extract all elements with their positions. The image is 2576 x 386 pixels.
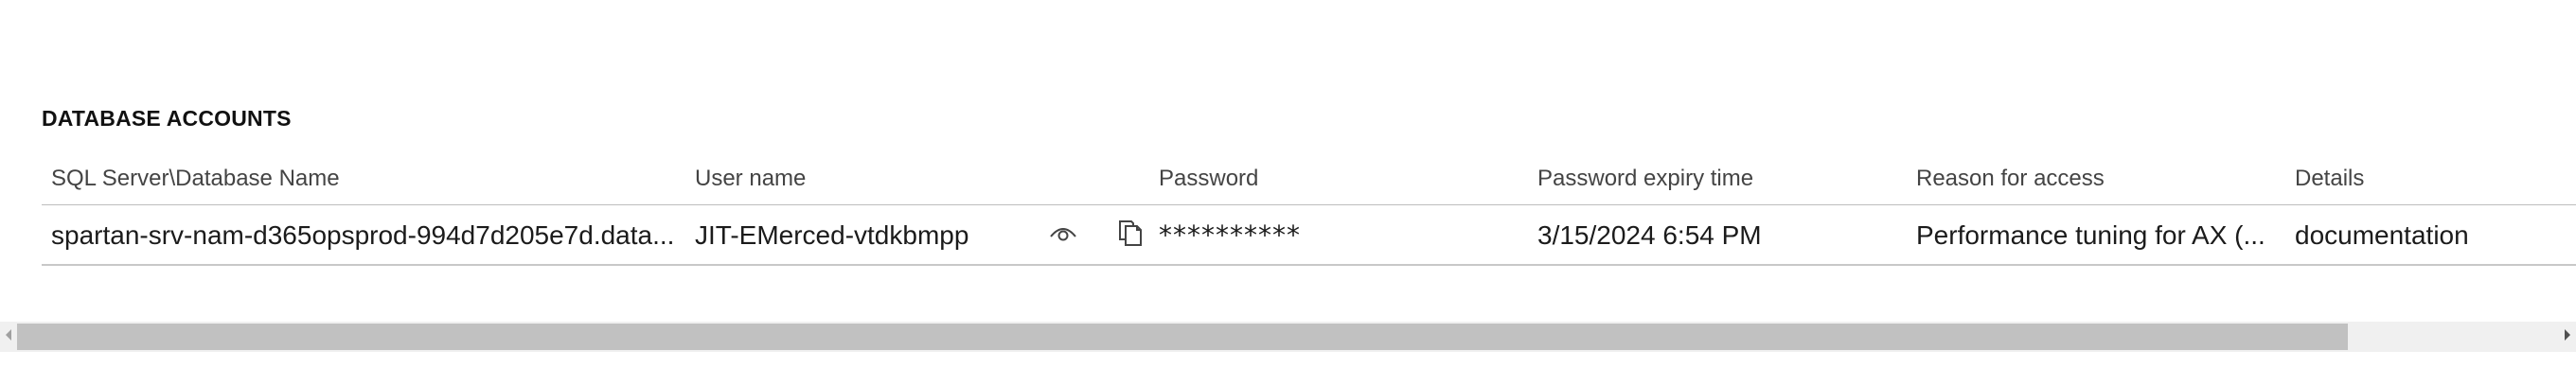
- reason-text: Performance tuning for AX (...: [1916, 220, 2265, 250]
- cell-server-database: spartan-srv-nam-d365opsprod-994d7d205e7d…: [51, 206, 687, 264]
- column-header-user-name[interactable]: User name: [695, 159, 1111, 199]
- eye-icon: [1049, 223, 1077, 247]
- show-password-button[interactable]: [1044, 206, 1082, 264]
- column-header-password-expiry[interactable]: Password expiry time: [1537, 159, 1897, 199]
- scroll-left-button[interactable]: [0, 322, 17, 352]
- cell-expiry: 3/15/2024 6:54 PM: [1537, 219, 1762, 250]
- cell-details: documentation: [2295, 219, 2469, 250]
- column-header-password[interactable]: Password: [1159, 159, 1519, 199]
- horizontal-scrollbar[interactable]: [0, 322, 2576, 352]
- copy-icon: [1117, 219, 1144, 252]
- column-header-server-database[interactable]: SQL Server\Database Name: [51, 159, 676, 199]
- cell-user-name: JIT-EMerced-vtdkbmpp: [695, 219, 969, 250]
- scroll-thumb[interactable]: [17, 324, 2348, 350]
- server-database-text: spartan-srv-nam-d365opsprod-994d7d205e7d…: [51, 220, 675, 250]
- column-header-details[interactable]: Details: [2295, 159, 2569, 199]
- section-title: DATABASE ACCOUNTS: [42, 106, 292, 131]
- column-header-reason[interactable]: Reason for access: [1916, 159, 2276, 199]
- cell-reason: Performance tuning for AX (...: [1916, 206, 2285, 264]
- scroll-right-button[interactable]: [2559, 322, 2576, 352]
- arrow-left-icon: [4, 328, 13, 346]
- copy-button[interactable]: [1111, 206, 1149, 264]
- table-header: SQL Server\Database Name User name Passw…: [42, 159, 2576, 205]
- table-row[interactable]: spartan-srv-nam-d365opsprod-994d7d205e7d…: [42, 206, 2576, 266]
- cell-password: **********: [1159, 219, 1301, 251]
- arrow-right-icon: [2563, 328, 2572, 346]
